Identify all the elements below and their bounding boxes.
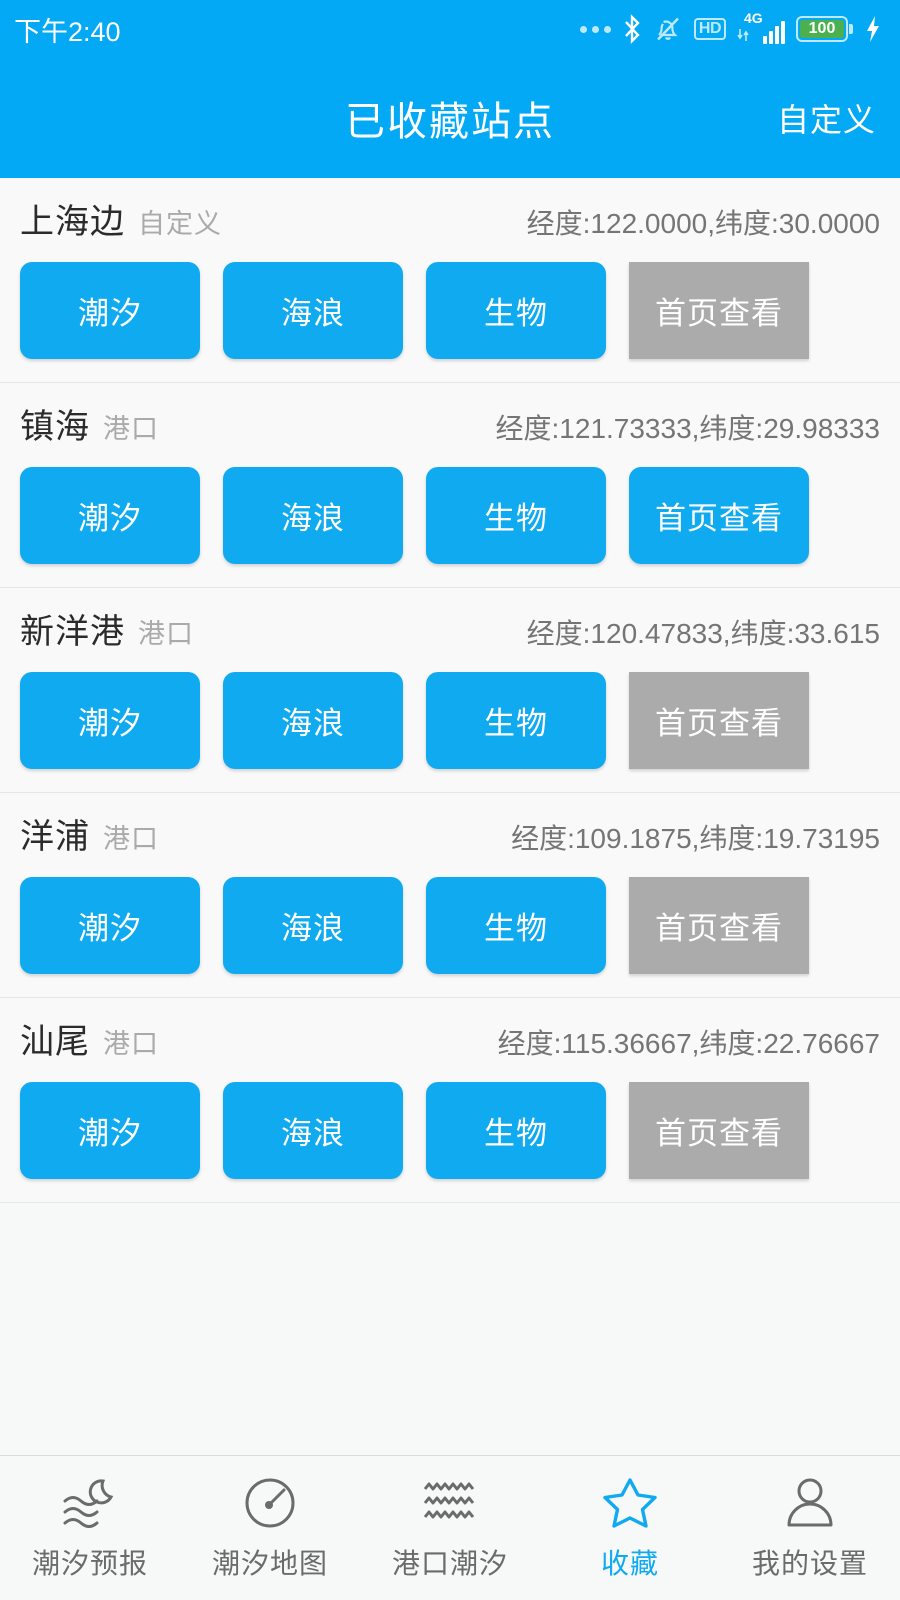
biology-button[interactable]: 生物 (426, 672, 606, 769)
tab-favorites[interactable]: 收藏 (540, 1456, 720, 1600)
tide-button[interactable]: 潮汐 (20, 467, 200, 564)
station-name: 新洋港 (20, 613, 125, 651)
charging-bolt-icon (864, 14, 882, 44)
station-actions: 潮汐 海浪 生物 首页查看 (20, 1082, 880, 1179)
biology-button[interactable]: 生物 (426, 467, 606, 564)
tide-button[interactable]: 潮汐 (20, 877, 200, 974)
tab-label: 潮汐预报 (31, 1548, 148, 1579)
station-actions: 潮汐 海浪 生物 首页查看 (20, 877, 880, 974)
station-tag: 港口 (138, 619, 194, 649)
status-bar: 下午2:40 HD 4G 100 (0, 0, 900, 58)
station-header: 汕尾 港口 经度:115.36667,纬度:22.76667 (20, 1014, 880, 1076)
station-coordinates: 经度:122.0000,纬度:30.0000 (526, 208, 880, 239)
station-tag: 自定义 (138, 209, 222, 239)
station-coordinates: 经度:115.36667,纬度:22.76667 (497, 1028, 880, 1059)
battery-level-label: 100 (800, 20, 844, 38)
homepage-view-button[interactable]: 首页查看 (629, 262, 809, 359)
station-actions: 潮汐 海浪 生物 首页查看 (20, 262, 880, 359)
tab-tide-forecast[interactable]: 潮汐预报 (0, 1456, 180, 1600)
tab-tide-map[interactable]: 潮汐地图 (180, 1456, 360, 1600)
station-coordinates: 经度:109.1875,纬度:19.73195 (511, 823, 880, 854)
bell-muted-icon (653, 14, 683, 44)
signal-4g-icon: 4G (737, 10, 785, 44)
star-icon (601, 1474, 659, 1532)
tab-label: 我的设置 (751, 1548, 868, 1579)
wave-button[interactable]: 海浪 (223, 877, 403, 974)
biology-button[interactable]: 生物 (426, 1082, 606, 1179)
homepage-view-button[interactable]: 首页查看 (629, 467, 809, 564)
app-screen: 下午2:40 HD 4G 100 已收藏站点 自定义 上海边 自定义 经度:12… (0, 0, 900, 1600)
station-name: 汕尾 (20, 1023, 90, 1061)
homepage-view-button[interactable]: 首页查看 (629, 672, 809, 769)
bottom-navigation: 潮汐预报 潮汐地图 港口潮汐 收藏 我的设置 (0, 1455, 900, 1600)
tide-button[interactable]: 潮汐 (20, 672, 200, 769)
station-tag: 港口 (103, 1029, 159, 1059)
station-tag: 港口 (103, 824, 159, 854)
page-title: 已收藏站点 (345, 100, 555, 144)
battery-icon: 100 (796, 16, 853, 42)
station-name: 镇海 (20, 408, 90, 446)
waves-moon-icon (59, 1474, 121, 1532)
zigzag-waves-icon (421, 1474, 479, 1532)
station-header: 上海边 自定义 经度:122.0000,纬度:30.0000 (20, 194, 880, 256)
table-row[interactable]: 上海边 自定义 经度:122.0000,纬度:30.0000 潮汐 海浪 生物 … (0, 178, 900, 383)
biology-button[interactable]: 生物 (426, 262, 606, 359)
tab-label: 港口潮汐 (391, 1548, 508, 1579)
station-header: 镇海 港口 经度:121.73333,纬度:29.98333 (20, 399, 880, 461)
app-header: 已收藏站点 自定义 (0, 58, 900, 178)
tab-my-settings[interactable]: 我的设置 (720, 1456, 900, 1600)
biology-button[interactable]: 生物 (426, 877, 606, 974)
status-icon-group: HD 4G 100 (579, 10, 882, 44)
station-actions: 潮汐 海浪 生物 首页查看 (20, 467, 880, 564)
station-coordinates: 经度:121.73333,纬度:29.98333 (495, 413, 880, 444)
table-row[interactable]: 镇海 港口 经度:121.73333,纬度:29.98333 潮汐 海浪 生物 … (0, 383, 900, 588)
station-tag: 港口 (103, 414, 159, 444)
wave-button[interactable]: 海浪 (223, 262, 403, 359)
table-row[interactable]: 新洋港 港口 经度:120.47833,纬度:33.615 潮汐 海浪 生物 首… (0, 588, 900, 793)
station-coordinates: 经度:120.47833,纬度:33.615 (526, 618, 880, 649)
wave-button[interactable]: 海浪 (223, 467, 403, 564)
station-header: 洋浦 港口 经度:109.1875,纬度:19.73195 (20, 809, 880, 871)
homepage-view-button[interactable]: 首页查看 (629, 877, 809, 974)
gauge-icon (242, 1474, 298, 1532)
status-time: 下午2:40 (14, 16, 121, 47)
tab-label: 收藏 (600, 1548, 659, 1579)
person-icon (782, 1474, 838, 1532)
wave-button[interactable]: 海浪 (223, 1082, 403, 1179)
station-actions: 潮汐 海浪 生物 首页查看 (20, 672, 880, 769)
station-header: 新洋港 港口 经度:120.47833,纬度:33.615 (20, 604, 880, 666)
tab-port-tide[interactable]: 港口潮汐 (360, 1456, 540, 1600)
homepage-view-button[interactable]: 首页查看 (629, 1082, 809, 1179)
network-type-label: 4G (744, 10, 763, 26)
signal-bars-icon (763, 20, 785, 44)
wave-button[interactable]: 海浪 (223, 672, 403, 769)
tab-label: 潮汐地图 (211, 1548, 328, 1579)
station-name: 上海边 (20, 203, 125, 241)
tide-button[interactable]: 潮汐 (20, 1082, 200, 1179)
tide-button[interactable]: 潮汐 (20, 262, 200, 359)
table-row[interactable]: 洋浦 港口 经度:109.1875,纬度:19.73195 潮汐 海浪 生物 首… (0, 793, 900, 998)
table-row[interactable]: 汕尾 港口 经度:115.36667,纬度:22.76667 潮汐 海浪 生物 … (0, 998, 900, 1203)
station-name: 洋浦 (20, 818, 90, 856)
custom-button[interactable]: 自定义 (777, 95, 876, 141)
bluetooth-icon (622, 14, 642, 44)
hd-icon: HD (693, 18, 726, 40)
station-list: 上海边 自定义 经度:122.0000,纬度:30.0000 潮汐 海浪 生物 … (0, 178, 900, 1455)
more-dots-icon (579, 25, 611, 33)
